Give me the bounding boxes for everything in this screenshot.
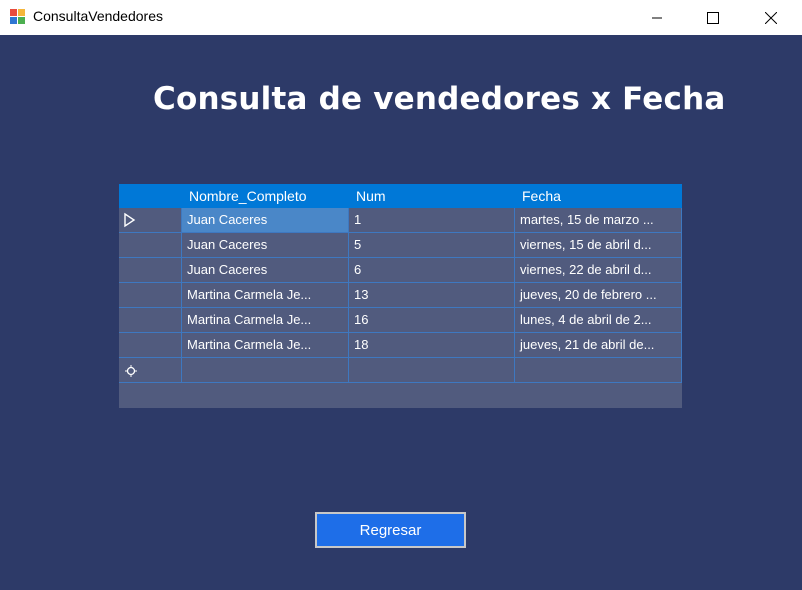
title-bar: ConsultaVendedores	[0, 0, 802, 35]
cell-nombre[interactable]: Martina Carmela Je...	[182, 308, 349, 333]
cell-nombre[interactable]: Martina Carmela Je...	[182, 333, 349, 358]
row-header[interactable]	[119, 258, 182, 283]
minimize-button[interactable]	[634, 0, 680, 35]
row-header[interactable]	[119, 333, 182, 358]
cell-fecha[interactable]: viernes, 22 de abril d...	[515, 258, 682, 283]
column-header-nombre[interactable]: Nombre_Completo	[189, 184, 307, 208]
cell-num[interactable]: 5	[349, 233, 515, 258]
minimize-icon	[652, 17, 662, 18]
close-button[interactable]	[748, 0, 794, 35]
maximize-button[interactable]	[690, 0, 736, 35]
app-icon	[10, 9, 26, 25]
cell-fecha[interactable]: viernes, 15 de abril d...	[515, 233, 682, 258]
current-row-arrow-icon	[124, 212, 136, 228]
cell-num[interactable]: 13	[349, 283, 515, 308]
row-header[interactable]	[119, 208, 182, 233]
vendors-data-grid[interactable]: Nombre_Completo Num Fecha Juan Caceres 1…	[119, 184, 682, 408]
cell-nombre[interactable]: Juan Caceres	[182, 208, 349, 233]
cell-fecha[interactable]: martes, 15 de marzo ...	[515, 208, 682, 233]
column-header-fecha[interactable]: Fecha	[522, 184, 561, 208]
cell-fecha[interactable]: lunes, 4 de abril de 2...	[515, 308, 682, 333]
cell-fecha[interactable]: jueves, 21 de abril de...	[515, 333, 682, 358]
close-icon	[765, 11, 777, 24]
column-header-num[interactable]: Num	[356, 184, 386, 208]
regresar-button[interactable]: Regresar	[315, 512, 466, 548]
table-row[interactable]: Martina Carmela Je... 13 jueves, 20 de f…	[119, 283, 682, 308]
new-cell-num[interactable]	[349, 358, 515, 383]
cell-nombre[interactable]: Martina Carmela Je...	[182, 283, 349, 308]
cell-num[interactable]: 16	[349, 308, 515, 333]
page-title: Consulta de vendedores x Fecha	[153, 81, 726, 117]
row-header[interactable]	[119, 308, 182, 333]
table-row[interactable]: Martina Carmela Je... 16 lunes, 4 de abr…	[119, 308, 682, 333]
window-title: ConsultaVendedores	[33, 8, 163, 24]
table-row[interactable]: Juan Caceres 5 viernes, 15 de abril d...	[119, 233, 682, 258]
grid-header-row: Nombre_Completo Num Fecha	[119, 184, 682, 208]
table-row[interactable]: Martina Carmela Je... 18 jueves, 21 de a…	[119, 333, 682, 358]
form-client-area: Consulta de vendedores x Fecha Nombre_Co…	[0, 35, 802, 590]
maximize-icon	[707, 11, 719, 24]
row-header[interactable]	[119, 358, 182, 383]
cell-nombre[interactable]: Juan Caceres	[182, 233, 349, 258]
cell-nombre[interactable]: Juan Caceres	[182, 258, 349, 283]
new-cell-fecha[interactable]	[515, 358, 682, 383]
cell-num[interactable]: 6	[349, 258, 515, 283]
cell-num[interactable]: 18	[349, 333, 515, 358]
new-row[interactable]	[119, 358, 682, 383]
row-header[interactable]	[119, 233, 182, 258]
table-row[interactable]: Juan Caceres 1 martes, 15 de marzo ...	[119, 208, 682, 233]
cell-fecha[interactable]: jueves, 20 de febrero ...	[515, 283, 682, 308]
row-header[interactable]	[119, 283, 182, 308]
new-row-icon	[125, 365, 137, 377]
table-row[interactable]: Juan Caceres 6 viernes, 22 de abril d...	[119, 258, 682, 283]
cell-num[interactable]: 1	[349, 208, 515, 233]
new-cell-nombre[interactable]	[182, 358, 349, 383]
